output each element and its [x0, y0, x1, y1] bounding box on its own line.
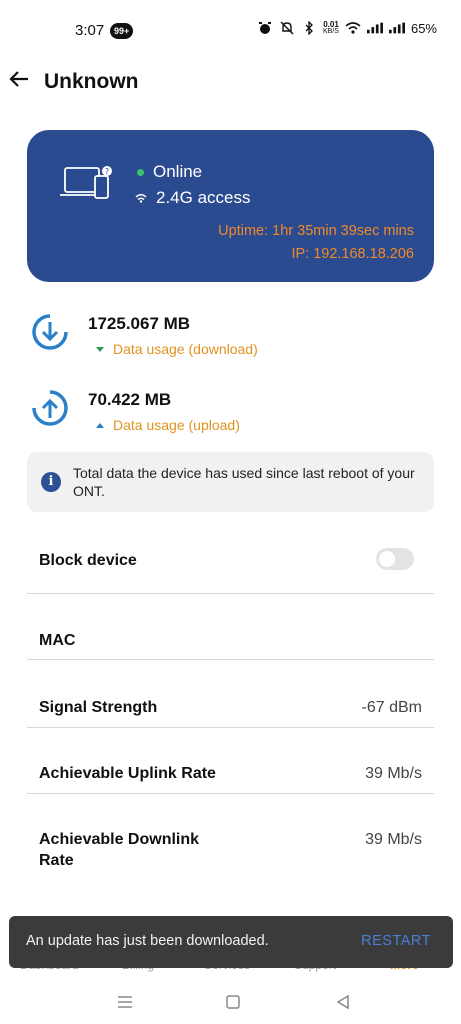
wifi-status-icon	[345, 20, 361, 36]
app-header: Unknown	[0, 56, 461, 108]
upload-label: Data usage (upload)	[96, 417, 240, 433]
uptime-text: Uptime: 1hr 35min 39sec mins	[218, 223, 414, 239]
signal-strength-value: -67 dBm	[361, 699, 422, 716]
access-type-text: 2.4G access	[156, 188, 251, 207]
snackbar-message: An update has just been downloaded.	[26, 933, 269, 949]
page-title: Unknown	[44, 70, 139, 93]
upload-ring-icon	[30, 388, 70, 428]
downlink-rate-label-2: Rate	[39, 852, 74, 869]
info-icon: i	[41, 472, 61, 492]
uplink-rate-row: Achievable Uplink Rate 39 Mb/s	[27, 742, 434, 794]
block-device-row: Block device	[27, 530, 434, 594]
downlink-rate-value: 39 Mb/s	[365, 831, 422, 848]
battery-percent: 65%	[410, 20, 437, 36]
bell-muted-icon	[279, 20, 295, 36]
home-icon[interactable]	[223, 992, 243, 1012]
svg-text:?: ?	[105, 167, 109, 176]
signal-strength-row: Signal Strength -67 dBm	[27, 676, 434, 728]
status-dot	[137, 168, 144, 176]
triangle-up-icon	[96, 422, 104, 428]
signal-strength-label: Signal Strength	[39, 699, 158, 716]
download-usage: 1725.067 MB Data usage (download)	[30, 312, 430, 368]
triangle-down-icon	[96, 346, 104, 352]
upload-value: 70.422 MB	[88, 390, 172, 409]
system-navigation-bar	[0, 980, 461, 1024]
network-speed-value: 0.01	[323, 20, 339, 29]
access-type: 2.4G access	[135, 188, 251, 208]
arrow-left-icon[interactable]	[8, 68, 30, 90]
block-device-label: Block device	[39, 552, 137, 569]
update-snackbar: An update has just been downloaded. REST…	[9, 916, 453, 968]
mac-label: MAC	[39, 632, 76, 649]
restart-button[interactable]: RESTART	[361, 933, 431, 949]
device-status-card: ? Online 2.4G access Uptime: 1hr 35min 3…	[27, 130, 434, 282]
status-time: 3:07	[75, 22, 105, 39]
back-triangle-icon[interactable]	[333, 992, 353, 1012]
uplink-rate-label: Achievable Uplink Rate	[39, 765, 216, 782]
toggle-knob	[379, 551, 395, 567]
menu-icon[interactable]	[115, 992, 135, 1012]
block-device-toggle[interactable]	[376, 548, 414, 570]
download-value: 1725.067 MB	[88, 314, 191, 333]
status-icons: 0.01 KB/S 65%	[257, 20, 437, 36]
online-status: Online	[137, 162, 202, 182]
status-bar: 3:07 99+ 0.01 KB/S 65%	[0, 0, 461, 56]
info-box: i Total data the device has used since l…	[27, 452, 434, 512]
laptop-phone-icon: ?	[59, 164, 115, 204]
wifi-icon	[135, 193, 147, 203]
mac-row: MAC	[27, 594, 434, 660]
download-label: Data usage (download)	[96, 341, 258, 357]
alarm-icon	[257, 20, 273, 36]
download-label-text: Data usage (download)	[113, 341, 258, 357]
bluetooth-icon	[301, 20, 317, 36]
notification-badge: 99+	[110, 23, 134, 39]
online-status-text: Online	[153, 162, 203, 181]
uplink-rate-value: 39 Mb/s	[365, 765, 422, 782]
downlink-rate-label-1: Achievable Downlink	[39, 831, 200, 848]
network-speed-unit: KB/S	[323, 28, 339, 35]
signal-icon-1	[366, 20, 383, 36]
upload-usage: 70.422 MB Data usage (upload)	[30, 388, 430, 444]
download-ring-icon	[30, 312, 70, 352]
signal-icon-2	[388, 20, 405, 36]
ip-address-text: IP: 192.168.18.206	[291, 246, 414, 262]
downlink-rate-row: Achievable Downlink Rate 39 Mb/s	[27, 808, 434, 888]
network-speed: 0.01 KB/S	[323, 20, 339, 36]
upload-label-text: Data usage (upload)	[113, 417, 240, 433]
info-text: Total data the device has used since las…	[73, 465, 415, 499]
